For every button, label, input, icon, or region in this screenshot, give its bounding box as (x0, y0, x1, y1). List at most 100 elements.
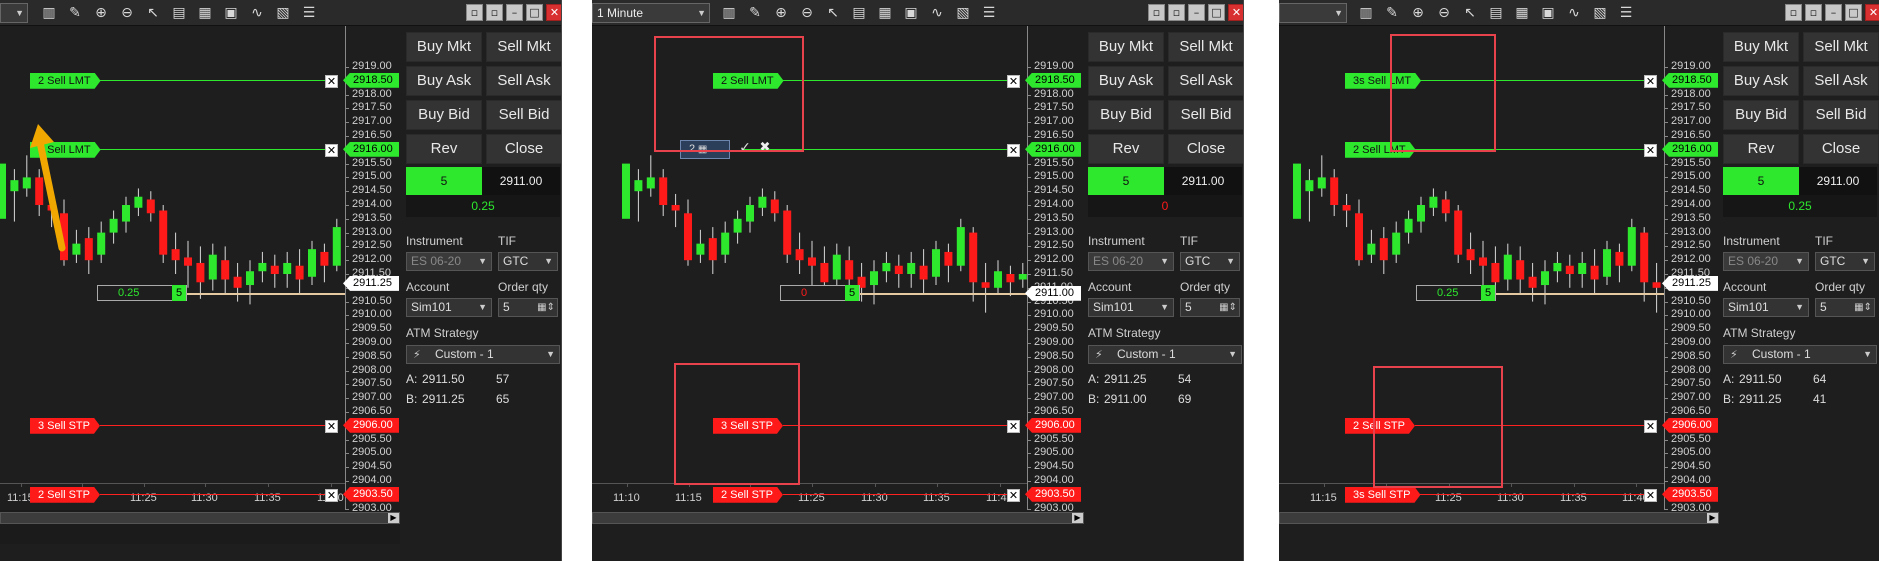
maximize-icon[interactable]: □ (1845, 4, 1862, 21)
account-select[interactable]: Sim101 ▼ (1088, 298, 1174, 317)
qty-stepper-icon[interactable]: ▦⇕ (1854, 299, 1872, 316)
tile-icon[interactable]: ▫ (1148, 4, 1165, 21)
order-price-line[interactable] (100, 424, 325, 426)
close-icon[interactable]: ✕ (1865, 4, 1879, 21)
data-series-icon[interactable]: ▣ (218, 3, 244, 23)
cancel-order-icon[interactable]: ✕ (1644, 488, 1657, 502)
account-select[interactable]: Sim101 ▼ (406, 298, 492, 317)
price-chart[interactable]: 2919.002918.502918.002917.502917.002916.… (1279, 26, 1719, 561)
interval-selector[interactable]: ▼ (0, 3, 28, 23)
cancel-order-icon[interactable]: ✕ (1007, 143, 1020, 157)
position-pnl-box[interactable]: 05 (780, 284, 860, 301)
order-price-line[interactable] (783, 79, 1007, 81)
price-chart[interactable]: 2919.002918.502918.002917.502917.002916.… (0, 26, 400, 561)
horizontal-scrollbar[interactable]: ▶ (1279, 512, 1719, 524)
sell-market-button[interactable]: Sell Mkt (486, 32, 561, 62)
atm-strategy-select[interactable]: ⚡ Custom - 1 ▼ (1088, 345, 1242, 364)
account-select[interactable]: Sim101 ▼ (1723, 298, 1809, 317)
close-position-button[interactable]: Close (1168, 134, 1243, 164)
horizontal-scrollbar[interactable]: ▶ (0, 512, 400, 524)
bars-icon[interactable]: ▥ (1353, 3, 1379, 23)
order-label[interactable]: 2 Sell LMT (30, 73, 101, 89)
tif-select[interactable]: GTC ▼ (1180, 252, 1240, 271)
close-position-button[interactable]: Close (486, 134, 561, 164)
pointer-icon[interactable]: ↖ (140, 3, 166, 23)
cancel-order-icon[interactable]: ✕ (1644, 74, 1657, 88)
data-series-icon[interactable]: ▣ (1535, 3, 1561, 23)
cancel-order-icon[interactable]: ✕ (325, 143, 338, 157)
link-icon[interactable]: ▫ (1805, 4, 1822, 21)
sell-stop-order-line[interactable]: 2 Sell STP ✕ 2903.50 (0, 486, 399, 503)
templates-icon[interactable]: ▦ (1509, 3, 1535, 23)
maximize-icon[interactable]: □ (526, 4, 543, 21)
link-icon[interactable]: ▫ (1168, 4, 1185, 21)
templates-icon[interactable]: ▦ (192, 3, 218, 23)
close-icon[interactable]: ✕ (546, 4, 561, 21)
time-axis[interactable] (592, 483, 1027, 484)
templates-icon[interactable]: ▦ (872, 3, 898, 23)
sell-ask-button[interactable]: Sell Ask (486, 66, 561, 96)
instrument-select[interactable]: ES 06-20 ▼ (406, 252, 492, 271)
buy-bid-button[interactable]: Buy Bid (1723, 100, 1799, 130)
pencil-icon[interactable]: ✎ (742, 3, 768, 23)
instrument-select[interactable]: ES 06-20 ▼ (1088, 252, 1174, 271)
scroll-right-icon[interactable]: ▶ (388, 513, 399, 523)
order-price-line[interactable] (100, 148, 325, 150)
sell-ask-button[interactable]: Sell Ask (1803, 66, 1879, 96)
zoom-out-icon[interactable]: ⊖ (794, 3, 820, 23)
order-label[interactable]: 2 Sell STP (713, 487, 783, 503)
order-price-line[interactable] (100, 493, 325, 495)
buy-ask-button[interactable]: Buy Ask (406, 66, 482, 96)
scroll-right-icon[interactable]: ▶ (1707, 513, 1718, 523)
instrument-select[interactable]: ES 06-20 ▼ (1723, 252, 1809, 271)
reverse-button[interactable]: Rev (406, 134, 482, 164)
zoom-out-icon[interactable]: ⊖ (114, 3, 140, 23)
properties-icon[interactable]: ▤ (1483, 3, 1509, 23)
reverse-button[interactable]: Rev (1723, 134, 1799, 164)
data-series-icon[interactable]: ▣ (898, 3, 924, 23)
atm-strategy-select[interactable]: ⚡ Custom - 1 ▼ (406, 345, 560, 364)
indicators-icon[interactable]: ∿ (244, 3, 270, 23)
order-qty-input[interactable]: 5 ▦⇕ (1180, 298, 1240, 317)
cancel-order-icon[interactable]: ✕ (1007, 488, 1020, 502)
cancel-order-icon[interactable]: ✕ (325, 419, 338, 433)
strategies-icon[interactable]: ▧ (950, 3, 976, 23)
cancel-order-icon[interactable]: ✕ (1644, 419, 1657, 433)
order-price-line[interactable] (783, 424, 1007, 426)
list-icon[interactable]: ☰ (296, 3, 322, 23)
price-chart[interactable]: 2919.002918.502918.002917.502917.002916.… (592, 26, 1084, 561)
scroll-right-icon[interactable]: ▶ (1072, 513, 1083, 523)
buy-ask-button[interactable]: Buy Ask (1723, 66, 1799, 96)
position-pnl-box[interactable]: 0.25 5 (97, 284, 187, 301)
reverse-button[interactable]: Rev (1088, 134, 1164, 164)
sell-stop-order-line[interactable]: 3s Sell STP ✕ 2903.50 (1279, 486, 1718, 503)
sell-limit-order-line[interactable]: 2 Sell LMT ✕ 2918.50 (0, 72, 399, 89)
sell-ask-button[interactable]: Sell Ask (1168, 66, 1243, 96)
sell-bid-button[interactable]: Sell Bid (486, 100, 561, 130)
buy-market-button[interactable]: Buy Mkt (1088, 32, 1164, 62)
sell-stop-order-line[interactable]: 2 Sell STP ✕ 2903.50 (592, 486, 1081, 503)
bars-icon[interactable]: ▥ (36, 3, 62, 23)
cancel-order-icon[interactable]: ✕ (325, 74, 338, 88)
zoom-in-icon[interactable]: ⊕ (88, 3, 114, 23)
buy-ask-button[interactable]: Buy Ask (1088, 66, 1164, 96)
zoom-in-icon[interactable]: ⊕ (1405, 3, 1431, 23)
pencil-icon[interactable]: ✎ (1379, 3, 1405, 23)
cancel-order-icon[interactable]: ✕ (1644, 143, 1657, 157)
cancel-order-icon[interactable]: ✕ (1007, 419, 1020, 433)
interval-selector[interactable]: 1 Minute ▼ (592, 3, 710, 23)
link-icon[interactable]: ▫ (486, 4, 503, 21)
pointer-icon[interactable]: ↖ (1457, 3, 1483, 23)
indicators-icon[interactable]: ∿ (924, 3, 950, 23)
tile-icon[interactable]: ▫ (1785, 4, 1802, 21)
list-icon[interactable]: ☰ (976, 3, 1002, 23)
atm-strategy-select[interactable]: ⚡ Custom - 1 ▼ (1723, 345, 1877, 364)
sell-market-button[interactable]: Sell Mkt (1168, 32, 1243, 62)
zoom-out-icon[interactable]: ⊖ (1431, 3, 1457, 23)
tif-select[interactable]: GTC ▼ (498, 252, 558, 271)
order-qty-input[interactable]: 5 ▦⇕ (1815, 298, 1875, 317)
interval-selector[interactable]: ▼ (1279, 3, 1347, 23)
sell-stop-order-line[interactable]: 3 Sell STP ✕ 2906.00 (0, 417, 399, 434)
sell-stop-order-line[interactable]: 3 Sell STP ✕ 2906.00 (592, 417, 1081, 434)
minimize-icon[interactable]: – (506, 4, 523, 21)
